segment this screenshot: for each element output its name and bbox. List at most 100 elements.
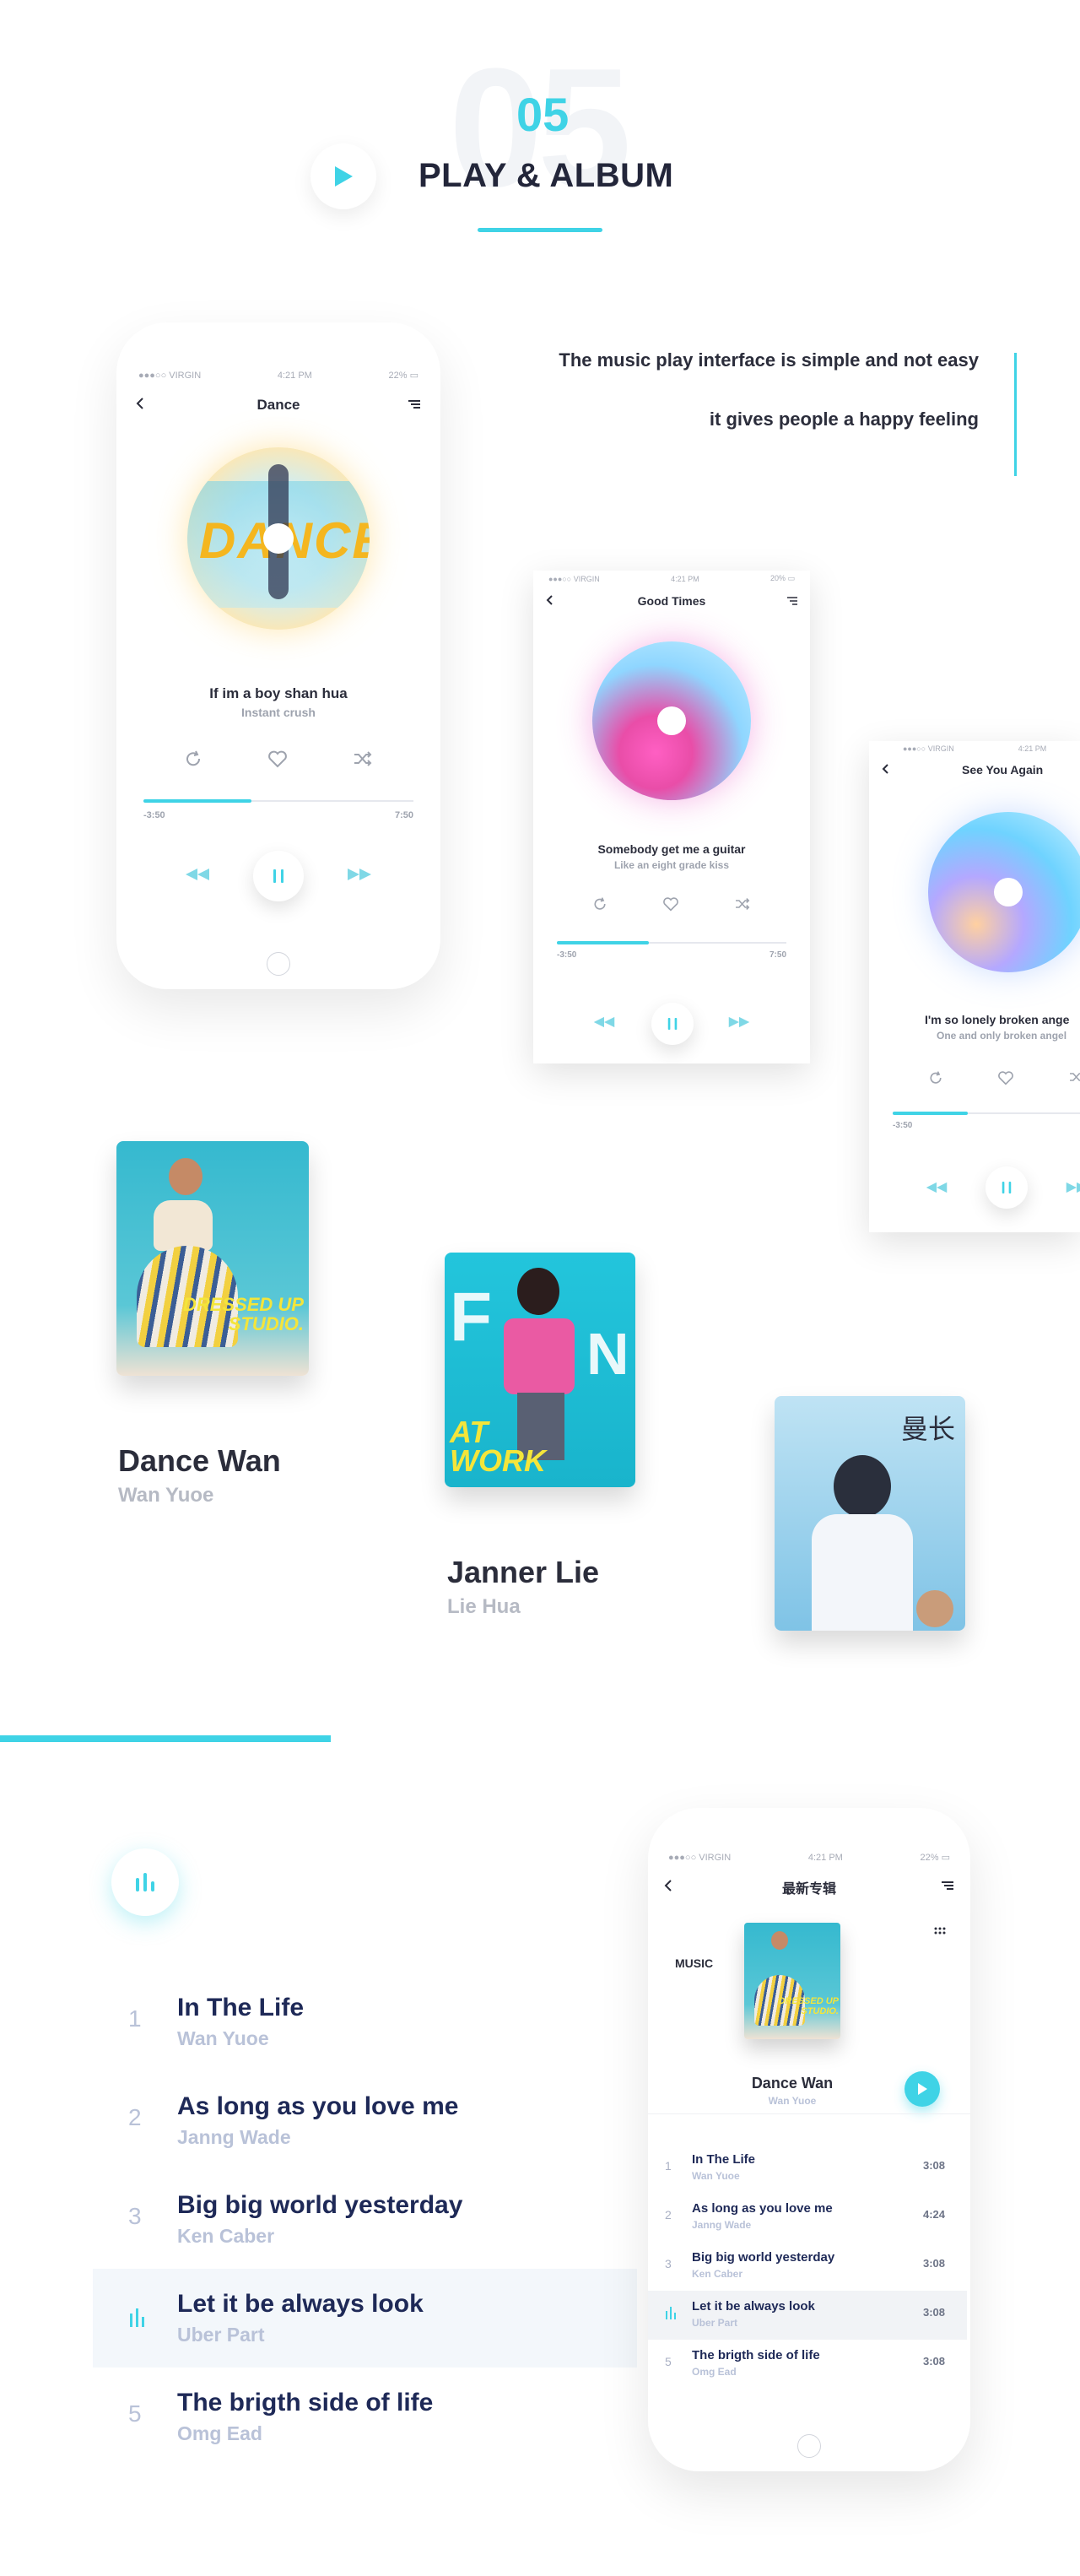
section-number: 05 [516, 88, 570, 141]
song-artist: Instant crush [241, 706, 316, 719]
shuffle-icon[interactable] [353, 750, 373, 771]
cover-text: DRESSED UP STUDIO. [182, 1294, 304, 1335]
rewind-icon[interactable] [925, 1182, 948, 1198]
battery-percent: 20% [770, 574, 786, 582]
repeat-icon[interactable] [928, 1070, 943, 1090]
music-label: MUSIC [675, 1956, 714, 1970]
shuffle-icon[interactable] [734, 897, 751, 915]
nav-bar: Good Times [545, 591, 798, 611]
album-cover-janner-lie[interactable]: F N AT WORK [445, 1253, 635, 1487]
divider [648, 2113, 970, 2114]
elapsed-time: -3:50 [893, 1121, 913, 1130]
heart-icon[interactable] [267, 750, 288, 772]
album-cover-small[interactable]: DRESSED UP STUDIO. [744, 1923, 840, 2039]
carrier: VIRGIN [927, 744, 954, 753]
track-title: As long as you love me [692, 2201, 833, 2216]
song-artist: One and only broken angel [937, 1030, 1067, 1042]
back-icon[interactable] [135, 397, 145, 414]
carrier: VIRGIN [169, 370, 202, 381]
signal-icon: ●●●○○ [548, 574, 574, 583]
album-disc: DANCE [187, 447, 370, 630]
track-artist: Ken Caber [692, 2268, 743, 2280]
track-number: 5 [128, 2400, 142, 2427]
signal-icon: ●●●○○ [668, 1852, 699, 1863]
pause-button[interactable] [253, 851, 304, 901]
back-icon[interactable] [545, 594, 554, 609]
list-item[interactable]: 5 The brigth side of life Omg Ead [93, 2368, 637, 2467]
fast-forward-icon[interactable] [727, 1016, 751, 1032]
now-playing-icon [665, 2306, 677, 2324]
song-title: If im a boy shan hua [209, 685, 348, 701]
pause-button[interactable] [651, 1003, 694, 1045]
section-divider [0, 1735, 331, 1742]
repeat-icon[interactable] [184, 750, 202, 772]
equalizer-icon [111, 1848, 179, 1916]
menu-icon[interactable] [940, 1880, 955, 1895]
menu-icon[interactable] [786, 594, 798, 608]
nav-bar: 最新专辑 [663, 1875, 955, 1899]
status-bar: ●●●○○ VIRGIN 4:21 PM 20% ▭ [533, 574, 810, 583]
menu-icon[interactable] [407, 397, 422, 414]
track-number: 3 [665, 2257, 672, 2270]
cover-text: AT WORK [450, 1415, 546, 1479]
pause-icon [1002, 1182, 1012, 1193]
track-row[interactable]: 2 As long as you love me Janng Wade 4:24 [648, 2193, 967, 2242]
album-disc [928, 812, 1080, 972]
list-item[interactable]: 3 Big big world yesterday Ken Caber [93, 2171, 637, 2270]
signal-icon: ●●●○○ [138, 370, 170, 381]
list-item-active[interactable]: Let it be always look Uber Part [93, 2270, 637, 2368]
battery-icon: ▭ [787, 574, 795, 582]
track-number: 5 [665, 2355, 672, 2368]
album-name[interactable]: Janner Lie [447, 1555, 599, 1590]
album-disc [592, 641, 751, 800]
track-artist: Janng Wade [177, 2126, 291, 2148]
clock: 4:21 PM [671, 574, 699, 583]
album-cover-dance-wan[interactable]: DRESSED UP STUDIO. [116, 1141, 309, 1376]
track-number: 3 [128, 2203, 142, 2229]
pause-icon [273, 869, 284, 883]
track-row-active[interactable]: Let it be always look Uber Part 3:08 [648, 2291, 967, 2340]
track-duration: 3:08 [922, 2306, 945, 2319]
progress-bar[interactable] [143, 799, 413, 803]
track-artist: Wan Yuoe [177, 2027, 269, 2049]
play-button[interactable] [904, 2071, 940, 2107]
heart-icon[interactable] [997, 1070, 1014, 1090]
status-bar: ●●●○○ VIRGIN 4:21 PM 22% ▭ [648, 1852, 970, 1864]
cover-text: 曼长 [901, 1414, 956, 1444]
heart-icon[interactable] [662, 896, 679, 916]
home-button[interactable] [267, 952, 290, 976]
track-row[interactable]: 1 In The Life Wan Yuoe 3:08 [648, 2144, 967, 2193]
player-phone-see-you-again: ●●●○○ VIRGIN 4:21 PM See You Again I'm s… [869, 741, 1080, 1232]
track-title: The brigth side of life [177, 2389, 434, 2416]
track-title: In The Life [177, 1994, 304, 2021]
rewind-icon[interactable] [592, 1016, 616, 1032]
grid-icon[interactable] [933, 1926, 947, 1944]
album-name[interactable]: Dance Wan [118, 1443, 281, 1479]
list-item[interactable]: 2 As long as you love me Janng Wade [93, 2072, 637, 2171]
home-button[interactable] [797, 2434, 821, 2458]
status-bar: ●●●○○ VIRGIN 4:21 PM [869, 744, 1080, 753]
album-cover-third[interactable]: 曼长 [775, 1396, 965, 1631]
repeat-icon[interactable] [592, 896, 608, 916]
fast-forward-icon[interactable] [346, 868, 373, 885]
list-item[interactable]: 1 In The Life Wan Yuoe [93, 1973, 637, 2072]
battery-icon: ▭ [941, 1853, 950, 1863]
album-artist: Wan Yuoe [768, 2095, 817, 2107]
track-row[interactable]: 3 Big big world yesterday Ken Caber 3:08 [648, 2242, 967, 2291]
pause-button[interactable] [986, 1166, 1028, 1209]
track-duration: 3:08 [922, 2257, 945, 2270]
shuffle-icon[interactable] [1068, 1070, 1080, 1088]
fast-forward-icon[interactable] [1065, 1182, 1080, 1198]
progress-bar[interactable] [557, 941, 786, 944]
track-title: Let it be always look [177, 2290, 424, 2318]
track-artist: Omg Ead [177, 2422, 262, 2444]
carrier: VIRGIN [573, 574, 600, 583]
progress-bar[interactable] [893, 1112, 1080, 1115]
action-row [592, 896, 751, 915]
album-artist: Lie Hua [447, 1595, 521, 1618]
track-row[interactable]: 5 The brigth side of life Omg Ead 3:08 [648, 2340, 967, 2389]
nav-bar: Dance [135, 393, 422, 417]
back-icon[interactable] [881, 763, 889, 779]
rewind-icon[interactable] [184, 868, 211, 885]
back-icon[interactable] [663, 1879, 673, 1897]
